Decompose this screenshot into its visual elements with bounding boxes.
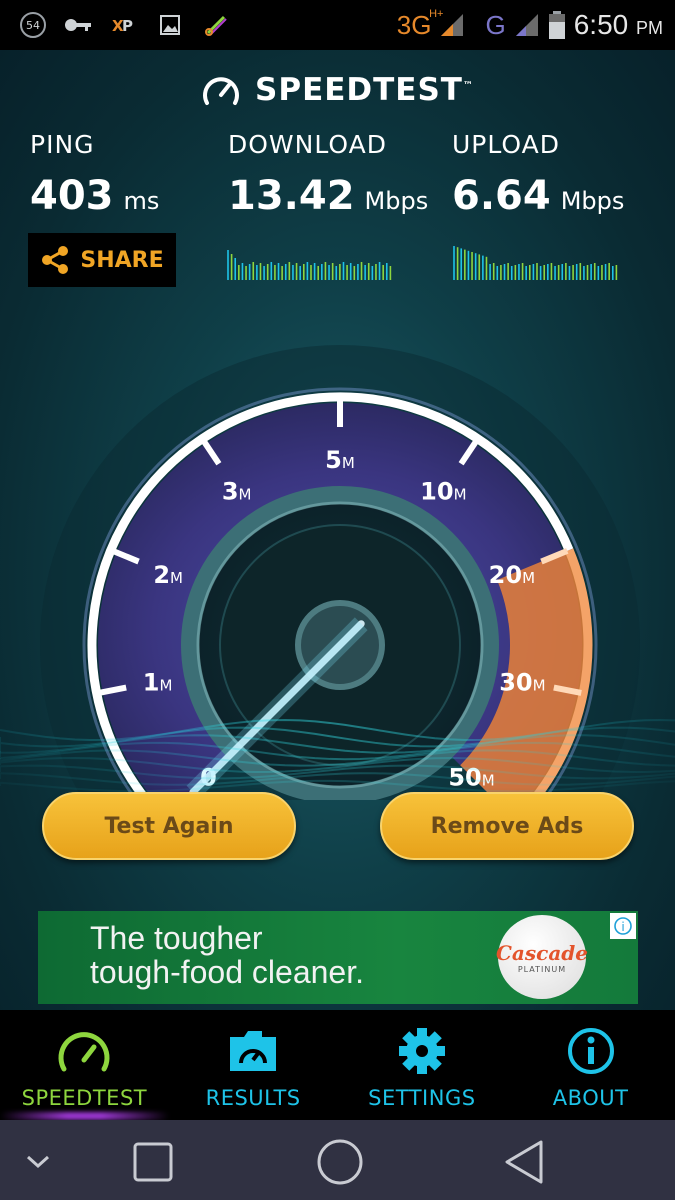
notification-count-badge: 54 bbox=[20, 12, 46, 38]
speedometer-logo-icon bbox=[203, 77, 239, 105]
info-icon bbox=[566, 1026, 616, 1076]
active-tab-indicator bbox=[0, 1112, 169, 1120]
ad-line-2: tough-food cleaner. bbox=[90, 954, 364, 990]
ad-info-icon[interactable]: i bbox=[610, 913, 636, 939]
nav-label-about: ABOUT bbox=[552, 1086, 629, 1110]
brand-title: SPEEDTEST™ bbox=[255, 72, 474, 108]
speed-gauge: 01M2M3M5M10M20M30M50M bbox=[0, 345, 675, 800]
bottom-nav: SPEEDTEST RESULTS SETTINGS ABOUT bbox=[0, 1010, 675, 1120]
nav-item-results[interactable]: RESULTS bbox=[169, 1010, 338, 1120]
ad-banner[interactable]: The tougher tough-food cleaner. Cascade … bbox=[38, 911, 638, 1004]
share-label: SHARE bbox=[80, 247, 164, 273]
chevron-down-icon[interactable] bbox=[14, 1138, 62, 1186]
battery-icon bbox=[548, 11, 565, 39]
recent-apps-button[interactable] bbox=[129, 1138, 177, 1186]
nav-item-settings[interactable]: SETTINGS bbox=[338, 1010, 507, 1120]
download-unit: Mbps bbox=[364, 187, 429, 215]
share-icon bbox=[42, 246, 69, 274]
nav-label-settings: SETTINGS bbox=[368, 1086, 476, 1110]
ping-unit: ms bbox=[123, 187, 160, 215]
ad-brand-logo: Cascade PLATINUM bbox=[496, 915, 588, 999]
ping-metric: PING 403 ms bbox=[30, 130, 159, 219]
nav-item-speedtest[interactable]: SPEEDTEST bbox=[0, 1010, 169, 1120]
image-icon bbox=[156, 13, 184, 37]
gauge-icon bbox=[56, 1026, 112, 1076]
svg-text:i: i bbox=[621, 920, 624, 934]
download-sparkline bbox=[227, 250, 392, 280]
svg-text:P: P bbox=[122, 17, 133, 35]
ping-value: 403 bbox=[30, 173, 114, 219]
upload-label: UPLOAD bbox=[452, 130, 561, 159]
gear-icon bbox=[397, 1026, 447, 1076]
nav-label-speedtest: SPEEDTEST bbox=[21, 1086, 148, 1110]
network-type-label: 3G H+ bbox=[396, 7, 444, 40]
results-folder-icon bbox=[226, 1026, 280, 1076]
ad-line-1: The tougher bbox=[90, 920, 263, 956]
key-icon bbox=[64, 13, 92, 37]
download-label: DOWNLOAD bbox=[228, 130, 387, 159]
upload-metric: UPLOAD 6.64 Mbps bbox=[452, 130, 624, 219]
speedtest-main: SPEEDTEST™ PING 403 ms DOWNLOAD 13.42 Mb… bbox=[0, 50, 675, 1010]
scissors-icon bbox=[202, 13, 230, 37]
system-nav-bar bbox=[0, 1120, 675, 1200]
network-g-label: G bbox=[485, 9, 506, 40]
download-metric: DOWNLOAD 13.42 Mbps bbox=[228, 130, 428, 219]
ping-label: PING bbox=[30, 130, 95, 159]
clock: 6:50 PM bbox=[573, 9, 663, 40]
signal-strength-2-icon bbox=[515, 14, 538, 36]
test-again-button[interactable]: Test Again bbox=[42, 792, 296, 860]
upload-unit: Mbps bbox=[560, 187, 625, 215]
nav-label-results: RESULTS bbox=[205, 1086, 301, 1110]
status-bar: 54 XP 3G H+ G 6:50 PM bbox=[0, 0, 675, 50]
brand-header: SPEEDTEST™ bbox=[0, 72, 675, 108]
upload-value: 6.64 bbox=[452, 173, 551, 219]
remove-ads-button[interactable]: Remove Ads bbox=[380, 792, 634, 860]
share-button[interactable]: SHARE bbox=[28, 233, 176, 287]
nav-item-about[interactable]: ABOUT bbox=[506, 1010, 675, 1120]
ad-text: The tougher tough-food cleaner. bbox=[90, 921, 364, 989]
home-button[interactable] bbox=[316, 1138, 364, 1186]
back-button[interactable] bbox=[500, 1138, 548, 1186]
download-value: 13.42 bbox=[228, 173, 355, 219]
upload-sparkline bbox=[453, 246, 618, 280]
xp-icon: XP bbox=[110, 13, 138, 37]
